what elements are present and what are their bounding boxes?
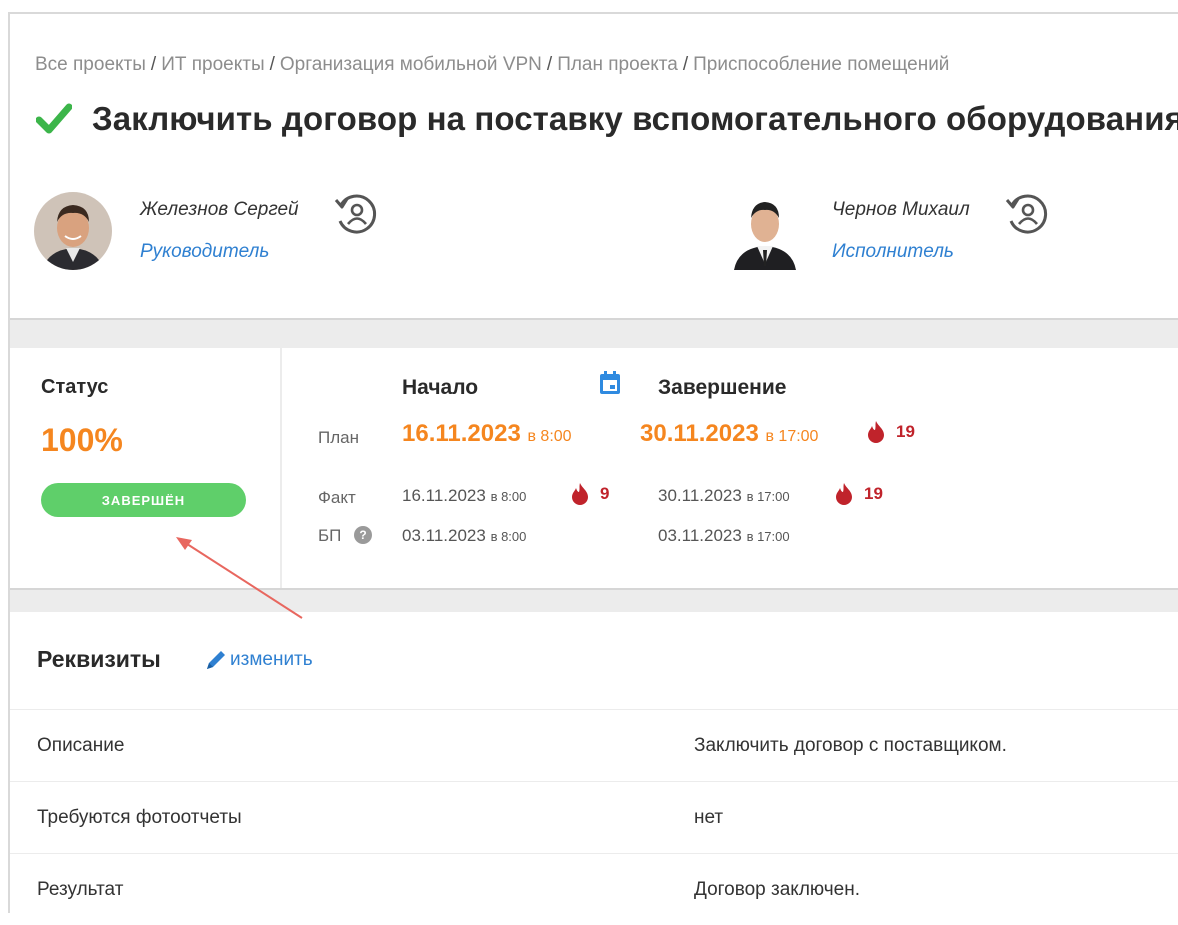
help-icon[interactable]: ? xyxy=(354,526,372,544)
baseline-label: БП xyxy=(318,526,342,545)
section-divider xyxy=(10,318,1178,348)
section-divider xyxy=(10,588,1178,612)
baseline-start-date-value: 03.11.2023 xyxy=(402,526,486,545)
plan-start-time: в 8:00 xyxy=(527,428,572,445)
requisite-row: Описание Заключить договор с поставщиком… xyxy=(10,709,1178,781)
reassign-user-icon[interactable] xyxy=(333,191,379,237)
pencil-icon xyxy=(207,651,225,669)
avatar-photo-icon xyxy=(34,192,112,270)
plan-label: План xyxy=(318,428,359,447)
fire-icon xyxy=(836,483,852,505)
fire-icon xyxy=(572,483,588,505)
person-executor: Чернов Михаил Исполнитель xyxy=(726,192,1050,270)
requisite-value: Заключить договор с поставщиком. xyxy=(694,735,1007,756)
breadcrumb-separator: / xyxy=(150,54,157,75)
plan-start-date-value: 16.11.2023 xyxy=(402,420,521,447)
person-name: Железнов Сергей xyxy=(140,199,299,220)
overdue-days: 19 xyxy=(864,484,883,503)
requisite-key: Требуются фотоотчеты xyxy=(37,807,242,828)
plan-end-time: в 17:00 xyxy=(765,428,819,445)
dates-panel: Начало Завершение План 16.11.2023 в 8:00… xyxy=(282,348,1178,588)
status-badge[interactable]: ЗАВЕРШЁН xyxy=(41,483,246,517)
breadcrumb-separator: / xyxy=(546,54,553,75)
overdue-days: 19 xyxy=(896,422,915,441)
calendar-icon[interactable] xyxy=(598,370,622,396)
breadcrumb-item-premises[interactable]: Приспособление помещений xyxy=(693,54,949,75)
fact-start-date: 16.11.2023 в 8:00 xyxy=(402,486,526,506)
plan-end-overdue: 19 xyxy=(866,420,915,444)
edit-requisites-link[interactable]: изменить xyxy=(204,648,313,672)
status-percent: 100% xyxy=(41,422,123,458)
fact-start-date-value: 16.11.2023 xyxy=(402,486,486,505)
page-title: Заключить договор на поставку вспомогате… xyxy=(92,100,1178,137)
plan-end-date: 30.11.2023 в 17:00 xyxy=(640,420,818,448)
baseline-end-date-value: 03.11.2023 xyxy=(658,526,742,545)
fact-end-time: в 17:00 xyxy=(746,489,790,504)
reassign-user-icon[interactable] xyxy=(1004,191,1050,237)
overdue-days: 9 xyxy=(600,484,610,503)
breadcrumb-separator: / xyxy=(269,54,275,75)
fact-label: Факт xyxy=(318,488,356,507)
fact-end-date-value: 30.11.2023 xyxy=(658,486,742,505)
plan-end-date-value: 30.11.2023 xyxy=(640,420,759,447)
requisite-key: Описание xyxy=(37,735,125,756)
status-panel: Статус 100% ЗАВЕРШЁН xyxy=(10,348,282,588)
breadcrumb: Все проекты / ИТ проекты / Организация мобил… xyxy=(35,54,949,76)
breadcrumb-item-all-projects[interactable]: Все проекты xyxy=(35,54,146,75)
person-name: Чернов Михаил xyxy=(832,199,970,220)
start-header: Начало xyxy=(402,376,479,399)
avatar[interactable] xyxy=(34,192,112,270)
person-manager: Железнов Сергей Руководитель xyxy=(34,192,379,270)
fire-icon xyxy=(868,421,884,443)
status-label: Статус xyxy=(41,376,109,398)
fact-start-overdue: 9 xyxy=(570,482,609,506)
baseline-start-date: 03.11.2023 в 8:00 xyxy=(402,526,526,546)
fact-start-time: в 8:00 xyxy=(490,489,527,504)
breadcrumb-item-project-plan[interactable]: План проекта xyxy=(557,54,678,75)
fact-end-date: 30.11.2023 в 17:00 xyxy=(658,486,790,506)
plan-start-date: 16.11.2023 в 8:00 xyxy=(402,420,572,448)
person-role-link[interactable]: Руководитель xyxy=(140,241,299,263)
title-row: Заключить договор на поставку вспомогате… xyxy=(36,100,1178,138)
check-icon xyxy=(36,103,72,134)
end-header: Завершение xyxy=(658,376,787,399)
requisite-key: Результат xyxy=(37,879,124,900)
avatar-photo-icon xyxy=(726,192,804,270)
requisite-row: Результат Договор заключен. xyxy=(10,853,1178,925)
fact-end-overdue: 19 xyxy=(834,482,883,506)
breadcrumb-item-it-projects[interactable]: ИТ проекты xyxy=(161,54,264,75)
person-role-link[interactable]: Исполнитель xyxy=(832,241,970,263)
avatar[interactable] xyxy=(726,192,804,270)
baseline-start-time: в 8:00 xyxy=(490,529,527,544)
requisite-row: Требуются фотоотчеты нет xyxy=(10,781,1178,853)
breadcrumb-item-vpn[interactable]: Организация мобильной VPN xyxy=(280,54,542,75)
requisite-value: Договор заключен. xyxy=(694,879,860,900)
requisite-value: нет xyxy=(694,807,724,828)
baseline-end-date: 03.11.2023 в 17:00 xyxy=(658,526,790,546)
edit-link-label: изменить xyxy=(230,649,313,670)
baseline-end-time: в 17:00 xyxy=(746,529,790,544)
breadcrumb-separator: / xyxy=(682,54,689,75)
requisites-title: Реквизиты xyxy=(37,646,161,672)
